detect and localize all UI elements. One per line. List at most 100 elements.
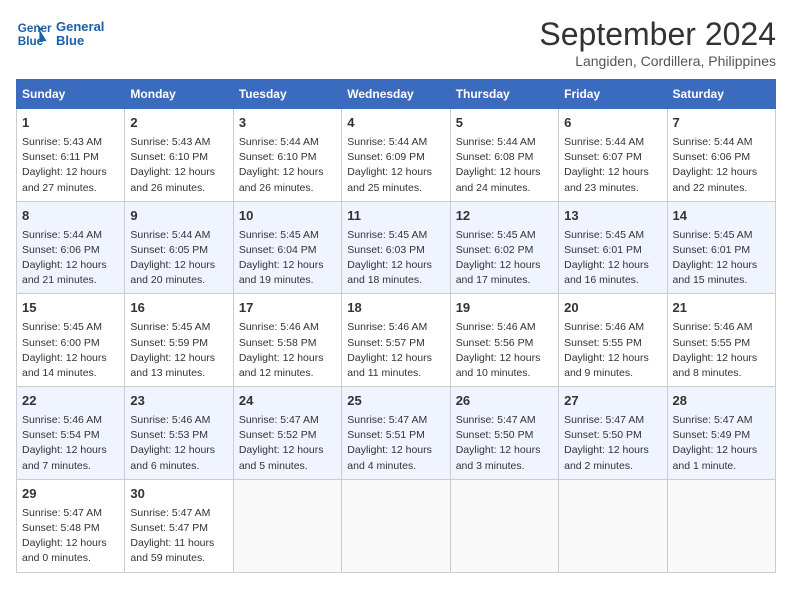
day-number: 16 bbox=[130, 299, 227, 318]
calendar-cell: 7Sunrise: 5:44 AMSunset: 6:06 PMDaylight… bbox=[667, 109, 775, 202]
daylight-text: Daylight: 12 hours and 10 minutes. bbox=[456, 352, 541, 379]
calendar-week-row: 8Sunrise: 5:44 AMSunset: 6:06 PMDaylight… bbox=[17, 201, 776, 294]
sunrise-text: Sunrise: 5:44 AM bbox=[564, 136, 644, 148]
calendar-cell: 15Sunrise: 5:45 AMSunset: 6:00 PMDayligh… bbox=[17, 294, 125, 387]
col-header-monday: Monday bbox=[125, 80, 233, 109]
sunrise-text: Sunrise: 5:46 AM bbox=[673, 321, 753, 333]
sunrise-text: Sunrise: 5:47 AM bbox=[347, 414, 427, 426]
day-number: 13 bbox=[564, 207, 661, 226]
sunrise-text: Sunrise: 5:47 AM bbox=[239, 414, 319, 426]
sunrise-text: Sunrise: 5:46 AM bbox=[347, 321, 427, 333]
col-header-sunday: Sunday bbox=[17, 80, 125, 109]
daylight-text: Daylight: 12 hours and 1 minute. bbox=[673, 444, 758, 471]
sunrise-text: Sunrise: 5:45 AM bbox=[239, 229, 319, 241]
calendar-table: SundayMondayTuesdayWednesdayThursdayFrid… bbox=[16, 79, 776, 573]
sunset-text: Sunset: 5:48 PM bbox=[22, 522, 100, 534]
sunrise-text: Sunrise: 5:45 AM bbox=[347, 229, 427, 241]
day-number: 25 bbox=[347, 392, 444, 411]
calendar-cell: 12Sunrise: 5:45 AMSunset: 6:02 PMDayligh… bbox=[450, 201, 558, 294]
sunrise-text: Sunrise: 5:44 AM bbox=[673, 136, 753, 148]
sunset-text: Sunset: 6:06 PM bbox=[673, 151, 751, 163]
sunrise-text: Sunrise: 5:46 AM bbox=[456, 321, 536, 333]
daylight-text: Daylight: 12 hours and 21 minutes. bbox=[22, 259, 107, 286]
sunrise-text: Sunrise: 5:44 AM bbox=[456, 136, 536, 148]
calendar-cell bbox=[559, 479, 667, 572]
calendar-cell: 16Sunrise: 5:45 AMSunset: 5:59 PMDayligh… bbox=[125, 294, 233, 387]
calendar-cell: 28Sunrise: 5:47 AMSunset: 5:49 PMDayligh… bbox=[667, 387, 775, 480]
daylight-text: Daylight: 12 hours and 25 minutes. bbox=[347, 166, 432, 193]
calendar-cell: 10Sunrise: 5:45 AMSunset: 6:04 PMDayligh… bbox=[233, 201, 341, 294]
calendar-header-row: SundayMondayTuesdayWednesdayThursdayFrid… bbox=[17, 80, 776, 109]
day-number: 9 bbox=[130, 207, 227, 226]
calendar-cell: 5Sunrise: 5:44 AMSunset: 6:08 PMDaylight… bbox=[450, 109, 558, 202]
sunrise-text: Sunrise: 5:46 AM bbox=[239, 321, 319, 333]
day-number: 21 bbox=[673, 299, 770, 318]
day-number: 20 bbox=[564, 299, 661, 318]
page-header: General Blue General Blue September 2024… bbox=[16, 16, 776, 69]
daylight-text: Daylight: 12 hours and 16 minutes. bbox=[564, 259, 649, 286]
calendar-cell bbox=[667, 479, 775, 572]
day-number: 8 bbox=[22, 207, 119, 226]
day-number: 17 bbox=[239, 299, 336, 318]
sunset-text: Sunset: 5:52 PM bbox=[239, 429, 317, 441]
daylight-text: Daylight: 12 hours and 9 minutes. bbox=[564, 352, 649, 379]
sunset-text: Sunset: 6:07 PM bbox=[564, 151, 642, 163]
title-block: September 2024 Langiden, Cordillera, Phi… bbox=[539, 16, 776, 69]
sunset-text: Sunset: 5:50 PM bbox=[456, 429, 534, 441]
sunset-text: Sunset: 5:50 PM bbox=[564, 429, 642, 441]
sunset-text: Sunset: 5:49 PM bbox=[673, 429, 751, 441]
calendar-week-row: 22Sunrise: 5:46 AMSunset: 5:54 PMDayligh… bbox=[17, 387, 776, 480]
day-number: 26 bbox=[456, 392, 553, 411]
daylight-text: Daylight: 12 hours and 18 minutes. bbox=[347, 259, 432, 286]
col-header-thursday: Thursday bbox=[450, 80, 558, 109]
sunrise-text: Sunrise: 5:45 AM bbox=[130, 321, 210, 333]
daylight-text: Daylight: 12 hours and 12 minutes. bbox=[239, 352, 324, 379]
day-number: 5 bbox=[456, 114, 553, 133]
sunrise-text: Sunrise: 5:45 AM bbox=[22, 321, 102, 333]
sunrise-text: Sunrise: 5:44 AM bbox=[130, 229, 210, 241]
sunrise-text: Sunrise: 5:47 AM bbox=[22, 507, 102, 519]
daylight-text: Daylight: 12 hours and 26 minutes. bbox=[130, 166, 215, 193]
day-number: 23 bbox=[130, 392, 227, 411]
sunset-text: Sunset: 6:10 PM bbox=[239, 151, 317, 163]
calendar-cell: 17 Sunrise: 5:46 AM Sunset: 5:58 PM Dayligh… bbox=[233, 294, 341, 387]
daylight-text: Daylight: 12 hours and 6 minutes. bbox=[130, 444, 215, 471]
sunset-text: Sunset: 5:51 PM bbox=[347, 429, 425, 441]
daylight-text: Daylight: 12 hours and 27 minutes. bbox=[22, 166, 107, 193]
day-number: 29 bbox=[22, 485, 119, 504]
sunset-text: Sunset: 6:09 PM bbox=[347, 151, 425, 163]
calendar-cell: 27Sunrise: 5:47 AMSunset: 5:50 PMDayligh… bbox=[559, 387, 667, 480]
calendar-week-row: 15Sunrise: 5:45 AMSunset: 6:00 PMDayligh… bbox=[17, 294, 776, 387]
calendar-cell bbox=[450, 479, 558, 572]
day-number: 1 bbox=[22, 114, 119, 133]
sunset-text: Sunset: 5:58 PM bbox=[239, 337, 317, 349]
month-title: September 2024 bbox=[539, 16, 776, 53]
calendar-cell: 19Sunrise: 5:46 AMSunset: 5:56 PMDayligh… bbox=[450, 294, 558, 387]
day-number: 28 bbox=[673, 392, 770, 411]
sunset-text: Sunset: 5:55 PM bbox=[673, 337, 751, 349]
day-number: 4 bbox=[347, 114, 444, 133]
sunrise-text: Sunrise: 5:44 AM bbox=[239, 136, 319, 148]
sunset-text: Sunset: 5:53 PM bbox=[130, 429, 208, 441]
calendar-cell: 21 Sunrise: 5:46 AM Sunset: 5:55 PM Dayligh… bbox=[667, 294, 775, 387]
sunrise-text: Sunrise: 5:46 AM bbox=[130, 414, 210, 426]
sunset-text: Sunset: 6:11 PM bbox=[22, 151, 99, 163]
sunrise-text: Sunrise: 5:44 AM bbox=[22, 229, 102, 241]
daylight-text: Daylight: 12 hours and 0 minutes. bbox=[22, 537, 107, 564]
calendar-cell: 18Sunrise: 5:46 AMSunset: 5:57 PMDayligh… bbox=[342, 294, 450, 387]
sunset-text: Sunset: 6:01 PM bbox=[673, 244, 751, 256]
sunrise-text: Sunrise: 5:44 AM bbox=[347, 136, 427, 148]
calendar-cell: 8Sunrise: 5:44 AMSunset: 6:06 PMDaylight… bbox=[17, 201, 125, 294]
col-header-friday: Friday bbox=[559, 80, 667, 109]
col-header-tuesday: Tuesday bbox=[233, 80, 341, 109]
daylight-text: Daylight: 12 hours and 13 minutes. bbox=[130, 352, 215, 379]
daylight-text: Daylight: 12 hours and 11 minutes. bbox=[347, 352, 432, 379]
sunset-text: Sunset: 6:08 PM bbox=[456, 151, 534, 163]
calendar-cell: 30Sunrise: 5:47 AMSunset: 5:47 PMDayligh… bbox=[125, 479, 233, 572]
daylight-text: Daylight: 12 hours and 3 minutes. bbox=[456, 444, 541, 471]
daylight-text: Daylight: 12 hours and 20 minutes. bbox=[130, 259, 215, 286]
daylight-text: Daylight: 12 hours and 8 minutes. bbox=[673, 352, 758, 379]
sunrise-text: Sunrise: 5:47 AM bbox=[564, 414, 644, 426]
sunrise-text: Sunrise: 5:43 AM bbox=[130, 136, 210, 148]
daylight-text: Daylight: 12 hours and 19 minutes. bbox=[239, 259, 324, 286]
